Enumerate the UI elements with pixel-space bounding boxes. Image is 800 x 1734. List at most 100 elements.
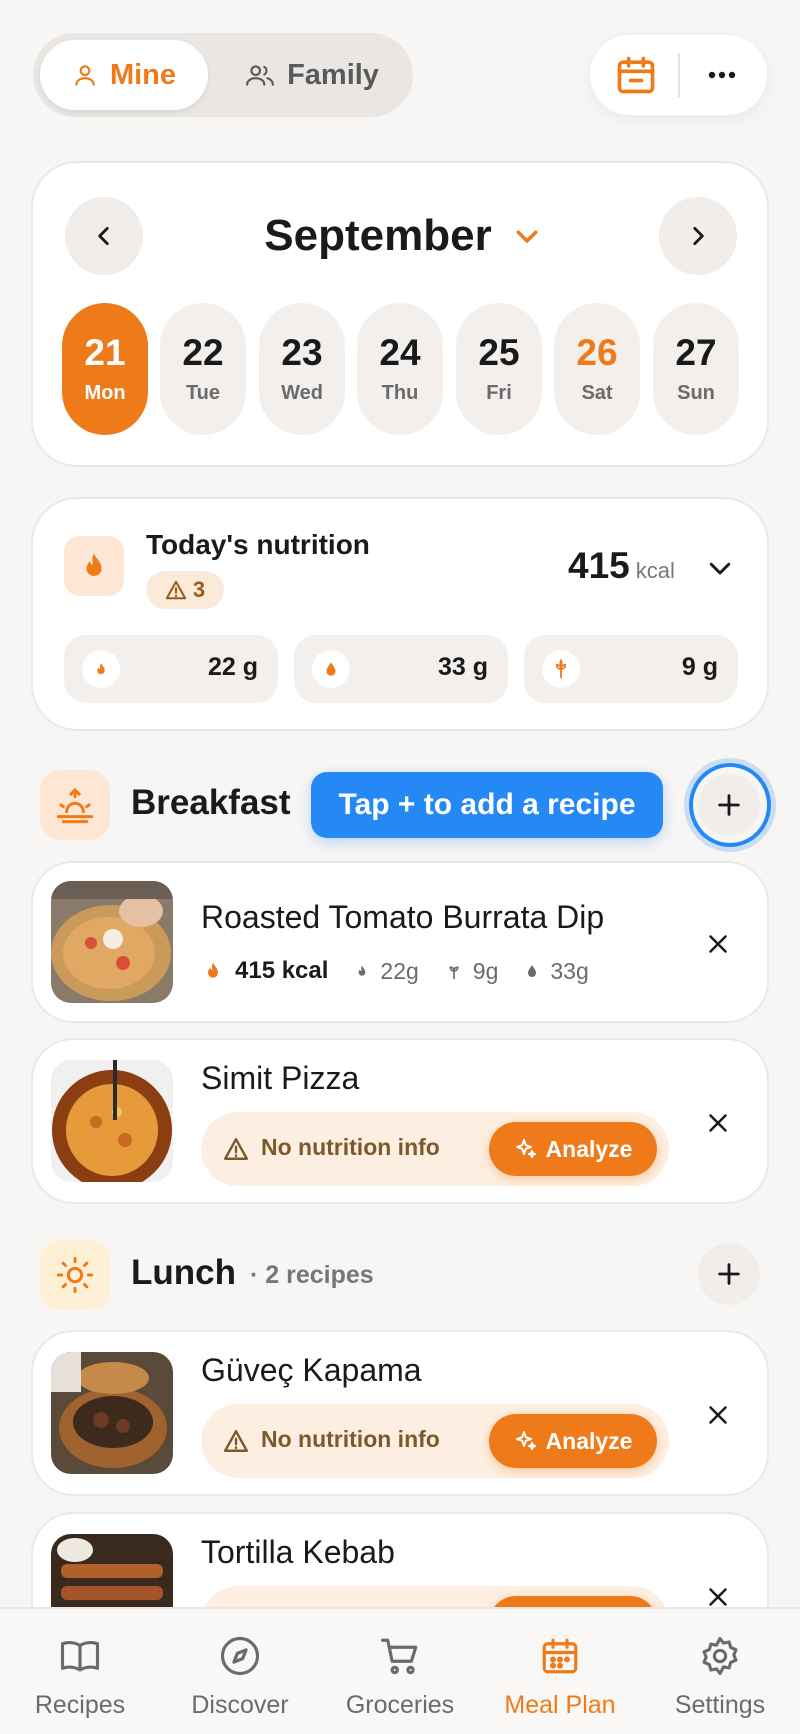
day-tue[interactable]: 22 Tue: [160, 303, 246, 435]
day-name: Sun: [677, 381, 715, 404]
tab-label: Recipes: [34, 1691, 126, 1719]
warning-count: 3: [192, 577, 206, 602]
book-icon: [60, 1641, 100, 1672]
highlight-ring: [689, 763, 771, 847]
nutrition-title: Today's nutrition: [146, 529, 370, 560]
day-name: Tue: [185, 381, 221, 404]
chevron-left-icon: [98, 227, 109, 245]
add-lunch-recipe-button[interactable]: [698, 1243, 760, 1305]
add-recipe-tooltip: Tap + to add a recipe: [311, 772, 663, 838]
tab-label: Settings: [674, 1691, 766, 1719]
plus-icon: [718, 1263, 740, 1285]
tab-settings[interactable]: Settings: [640, 1609, 800, 1734]
day-name: Thu: [381, 381, 419, 404]
kcal-value: 415: [568, 545, 630, 586]
no-nutrition-banner: No nutrition info Analyze: [201, 1112, 669, 1186]
gear-icon: [702, 1636, 738, 1676]
day-name: Fri: [486, 381, 512, 404]
tab-meal-plan[interactable]: Meal Plan: [480, 1609, 640, 1734]
remove-recipe-button[interactable]: [703, 1400, 733, 1430]
no-nutrition-text: No nutrition info: [261, 1426, 440, 1452]
tab-recipes[interactable]: Recipes: [0, 1609, 160, 1734]
next-week-button[interactable]: [659, 197, 737, 275]
recipe-image: [51, 881, 173, 1003]
people-icon: [246, 65, 274, 86]
recipe-protein: 22g: [354, 957, 419, 985]
today-nutrition-card[interactable]: Today's nutrition 3 415 kcal 22 g 33 g 9…: [31, 497, 769, 731]
lunch-title: Lunch: [131, 1253, 236, 1292]
compass-icon: [220, 1636, 260, 1676]
recipe-card[interactable]: Roasted Tomato Burrata Dip 415 kcal 22g …: [31, 861, 769, 1023]
day-number: 26: [576, 332, 618, 374]
cart-icon: [380, 1638, 418, 1675]
protein-value: 22g: [380, 957, 419, 984]
recipe-card[interactable]: Simit Pizza No nutrition info Analyze: [31, 1038, 769, 1204]
warning-badge[interactable]: 3: [146, 571, 224, 609]
month-label: September: [264, 211, 492, 260]
tab-label: Discover: [191, 1691, 289, 1719]
day-mon[interactable]: 21 Mon: [62, 303, 148, 435]
day-fri[interactable]: 25 Fri: [456, 303, 542, 435]
flame-icon: [64, 536, 124, 596]
warning-icon: [223, 1138, 249, 1160]
macro-value: 33 g: [437, 653, 488, 681]
person-icon: [75, 65, 95, 86]
recipe-image: [51, 1060, 173, 1182]
analyze-button[interactable]: Analyze: [489, 1122, 657, 1176]
drop-icon: [312, 650, 350, 688]
segment-family[interactable]: Family: [218, 40, 406, 110]
sun-icon: [40, 1240, 110, 1310]
remove-recipe-button[interactable]: [703, 929, 733, 959]
breakfast-title: Breakfast: [131, 783, 291, 822]
recipe-name: Tortilla Kebab: [201, 1534, 395, 1570]
header-actions: [590, 35, 767, 115]
warning-icon: [223, 1430, 249, 1452]
chevron-right-icon: [693, 227, 704, 245]
divider: [678, 53, 680, 97]
segment-mine[interactable]: Mine: [40, 40, 208, 110]
month-selector[interactable]: September: [233, 203, 573, 269]
recipe-image: [51, 1352, 173, 1474]
remove-recipe-button[interactable]: [703, 1108, 733, 1138]
more-button[interactable]: [700, 55, 744, 95]
day-name: Sat: [581, 381, 613, 404]
recipe-card[interactable]: Güveç Kapama No nutrition info Analyze: [31, 1330, 769, 1496]
flame-small-icon: [82, 650, 120, 688]
day-number: 24: [379, 332, 421, 374]
day-number: 25: [478, 332, 520, 374]
macro-carbs: 9 g: [524, 635, 738, 703]
analyze-label: Analyze: [545, 1135, 633, 1162]
day-sat[interactable]: 26 Sat: [554, 303, 640, 435]
chevron-down-icon: [709, 562, 731, 575]
close-icon: [709, 935, 727, 953]
prev-week-button[interactable]: [65, 197, 143, 275]
day-number: 23: [281, 332, 323, 374]
expand-nutrition-button[interactable]: [705, 553, 735, 583]
kcal-unit: kcal: [635, 558, 675, 583]
day-name: Wed: [281, 381, 323, 404]
wheat-icon: [449, 966, 459, 980]
carbs-value: 9g: [472, 957, 499, 984]
analyze-button[interactable]: Analyze: [489, 1414, 657, 1468]
flame-icon: [208, 962, 218, 978]
sunrise-icon: [40, 770, 110, 840]
close-icon: [709, 1406, 727, 1424]
analyze-label: Analyze: [545, 1427, 633, 1454]
macro-fat: 33 g: [294, 635, 508, 703]
recipe-name: Roasted Tomato Burrata Dip: [201, 899, 605, 935]
flame-small-icon: [359, 965, 366, 976]
tab-discover[interactable]: Discover: [160, 1609, 320, 1734]
macro-protein: 22 g: [64, 635, 278, 703]
lunch-count: · 2 recipes: [250, 1261, 374, 1289]
day-thu[interactable]: 24 Thu: [357, 303, 443, 435]
calendar-button[interactable]: [614, 53, 658, 97]
day-name: Mon: [84, 381, 126, 404]
recipe-kcal: 415 kcal: [235, 957, 329, 984]
day-sun[interactable]: 27 Sun: [653, 303, 739, 435]
tab-label: Meal Plan: [504, 1691, 616, 1719]
recipe-name: Simit Pizza: [201, 1060, 360, 1096]
tab-groceries[interactable]: Groceries: [320, 1609, 480, 1734]
macro-value: 9 g: [681, 653, 718, 681]
day-wed[interactable]: 23 Wed: [259, 303, 345, 435]
more-icon: [708, 71, 736, 79]
